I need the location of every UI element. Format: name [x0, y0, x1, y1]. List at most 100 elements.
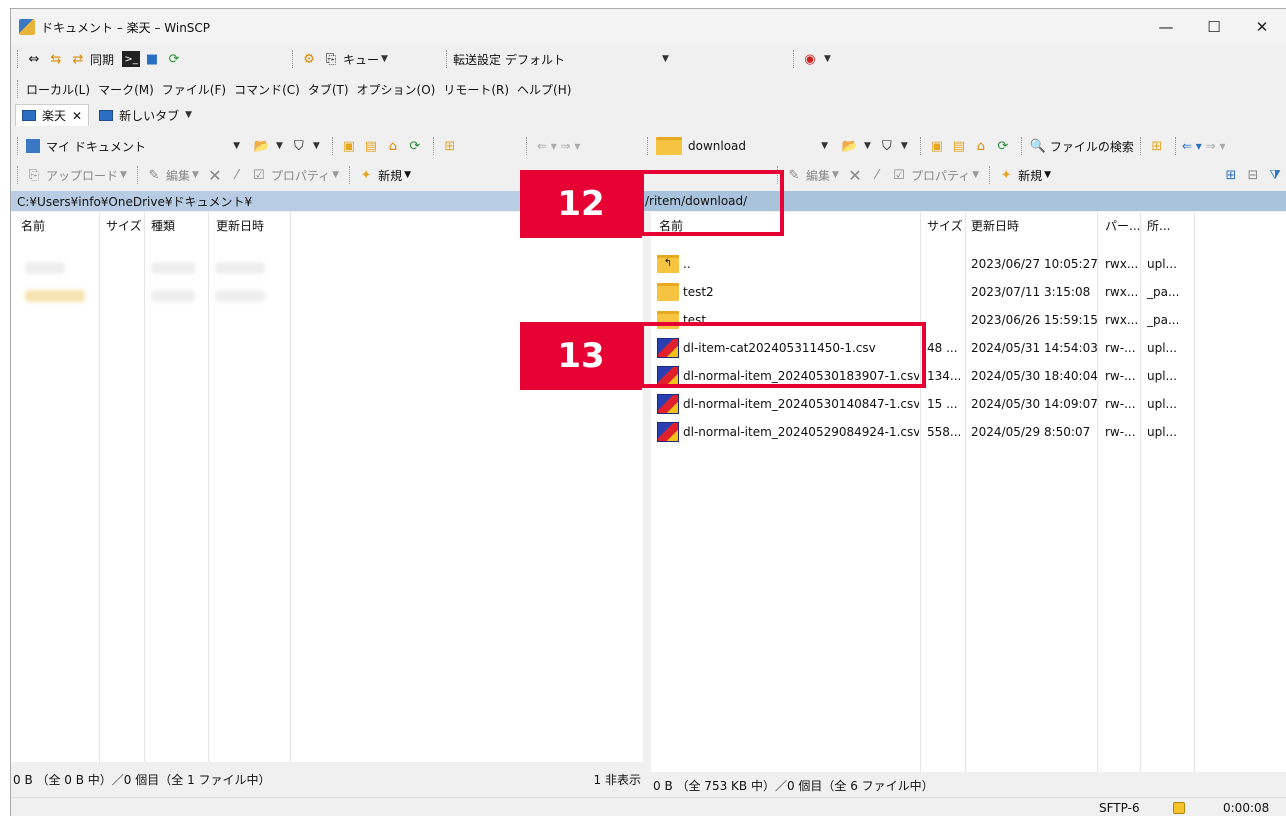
column-name[interactable]: 名前: [21, 217, 45, 234]
putty-icon[interactable]: ■: [142, 49, 162, 69]
find-files-button[interactable]: ファイルの検索: [1050, 138, 1134, 155]
menu-file[interactable]: ファイル(F): [158, 81, 230, 98]
session-color-icon[interactable]: ◉: [800, 49, 820, 69]
close-tab-icon[interactable]: ✕: [72, 109, 82, 123]
chevron-down-icon[interactable]: ▼: [901, 141, 908, 151]
properties-icon[interactable]: ☑: [889, 165, 909, 185]
back-icon[interactable]: ⇐ ▾ ⇒ ▾: [1182, 139, 1226, 153]
menu-local[interactable]: ローカル(L): [22, 81, 94, 98]
chevron-down-icon[interactable]: ▼: [381, 54, 388, 64]
tree-icon[interactable]: ⊞: [1147, 136, 1167, 156]
preferences-gear-icon[interactable]: ⚙: [299, 49, 319, 69]
chevron-down-icon[interactable]: ▼: [276, 141, 283, 151]
file-owner: upl...: [1147, 425, 1177, 439]
file-row-parent[interactable]: ↰ .. 2023/06/27 10:05:27 rwx... upl...: [651, 250, 1286, 278]
tree-icon[interactable]: ⊞: [440, 136, 460, 156]
delete-icon[interactable]: ✕: [205, 165, 225, 185]
chevron-down-icon[interactable]: ▼: [832, 170, 839, 180]
file-row-test2[interactable]: test2 2023/07/11 3:15:08 rwx... _pa...: [651, 278, 1286, 306]
parent-dir-icon[interactable]: ▣: [927, 136, 947, 156]
sync-icon[interactable]: ⇄: [68, 49, 88, 69]
properties-button[interactable]: プロパティ: [911, 167, 970, 184]
edit-icon[interactable]: ✎: [144, 165, 164, 185]
filter-icon[interactable]: ⛉: [289, 136, 309, 156]
chevron-down-icon[interactable]: ▼: [120, 170, 127, 180]
sync-browse-icon[interactable]: ⇆: [46, 49, 66, 69]
find-files-icon[interactable]: 🔍: [1028, 136, 1048, 156]
refresh-icon[interactable]: ⟳: [405, 136, 425, 156]
menu-remote[interactable]: リモート(R): [439, 81, 513, 98]
edit-icon[interactable]: ✎: [784, 165, 804, 185]
file-row-csv[interactable]: dl-normal-item_20240529084924-1.csv 558.…: [651, 418, 1286, 446]
terminal-icon[interactable]: >_: [122, 51, 141, 67]
properties-button[interactable]: プロパティ: [271, 167, 330, 184]
chevron-down-icon[interactable]: ▼: [332, 170, 339, 180]
refresh-icon[interactable]: ⟳: [993, 136, 1013, 156]
panel-splitter[interactable]: [643, 212, 651, 798]
file-row-csv[interactable]: dl-normal-item_20240530140847-1.csv 15 .…: [651, 390, 1286, 418]
refresh-icon[interactable]: ⟳: [164, 49, 184, 69]
chevron-down-icon[interactable]: ▼: [972, 170, 979, 180]
chevron-down-icon[interactable]: ▼: [192, 170, 199, 180]
local-location-select[interactable]: マイ ドキュメント ▼: [24, 135, 252, 157]
open-folder-icon[interactable]: 📂: [252, 136, 272, 156]
rename-icon[interactable]: ⁄: [227, 165, 247, 185]
new-folder-icon[interactable]: ✦: [356, 165, 376, 185]
chevron-down-icon[interactable]: ▼: [864, 141, 871, 151]
column-modified[interactable]: 更新日時: [971, 217, 1019, 234]
menu-options[interactable]: オプション(O): [353, 81, 440, 98]
parent-dir-icon[interactable]: ▣: [339, 136, 359, 156]
home-icon[interactable]: ⌂: [971, 136, 991, 156]
column-size[interactable]: サイズ: [927, 217, 963, 234]
edit-button[interactable]: 編集: [806, 167, 830, 184]
chevron-down-icon[interactable]: ▼: [404, 170, 411, 180]
tab-rakuten[interactable]: 楽天 ✕: [15, 104, 90, 126]
menu-mark[interactable]: マーク(M): [94, 81, 158, 98]
queue-icon[interactable]: ⎘: [321, 49, 341, 69]
new-folder-icon[interactable]: ✦: [996, 165, 1016, 185]
upload-button[interactable]: アップロード: [46, 167, 118, 184]
column-permissions[interactable]: パー...: [1105, 217, 1140, 234]
upload-icon[interactable]: ⎘: [24, 165, 44, 185]
new-button[interactable]: 新規: [1018, 167, 1042, 184]
local-file-list[interactable]: 名前 サイズ 種類 更新日時: [11, 212, 643, 762]
column-size[interactable]: サイズ: [106, 217, 142, 234]
chevron-down-icon[interactable]: ▼: [824, 54, 831, 64]
rename-icon[interactable]: ⁄: [867, 165, 887, 185]
root-dir-icon[interactable]: ▤: [361, 136, 381, 156]
protocol-indicator: SFTP-6: [1099, 798, 1140, 816]
open-folder-icon[interactable]: 📂: [840, 136, 860, 156]
column-type[interactable]: 種類: [151, 217, 175, 234]
edit-button[interactable]: 編集: [166, 167, 190, 184]
back-icon[interactable]: ⇐ ▾ ⇒ ▾: [537, 139, 581, 153]
maximize-button[interactable]: ☐: [1190, 9, 1238, 45]
expand-icon[interactable]: ⊞: [1221, 165, 1241, 185]
delete-icon[interactable]: ✕: [845, 165, 865, 185]
filter-icon[interactable]: ⛉: [877, 136, 897, 156]
menu-help[interactable]: ヘルプ(H): [513, 81, 575, 98]
root-dir-icon[interactable]: ▤: [949, 136, 969, 156]
chevron-down-icon[interactable]: ▼: [313, 141, 320, 151]
new-button[interactable]: 新規: [378, 167, 402, 184]
properties-icon[interactable]: ☑: [249, 165, 269, 185]
column-owner[interactable]: 所...: [1147, 217, 1170, 234]
menu-tab[interactable]: タブ(T): [304, 81, 353, 98]
close-button[interactable]: ✕: [1238, 9, 1286, 45]
home-icon[interactable]: ⌂: [383, 136, 403, 156]
filter-icon[interactable]: ⧩: [1265, 165, 1285, 185]
chevron-down-icon[interactable]: ▼: [1044, 170, 1051, 180]
chevron-down-icon[interactable]: ▼: [185, 110, 192, 120]
compare-dirs-icon[interactable]: ⇔: [24, 49, 44, 69]
remote-location-select[interactable]: download ▼: [654, 135, 840, 157]
queue-button[interactable]: キュー: [343, 51, 379, 68]
transfer-settings-select[interactable]: デフォルト ▼: [505, 51, 675, 68]
column-modified[interactable]: 更新日時: [216, 217, 264, 234]
minimize-button[interactable]: —: [1142, 9, 1190, 45]
collapse-icon[interactable]: ⊟: [1243, 165, 1263, 185]
menu-command[interactable]: コマンド(C): [230, 81, 304, 98]
sync-button[interactable]: 同期: [90, 51, 114, 68]
encryption-indicator[interactable]: [1173, 798, 1185, 816]
tab-new[interactable]: 新しいタブ ▼: [93, 104, 204, 126]
hidden-count[interactable]: 1 非表示: [594, 771, 641, 788]
remote-file-list[interactable]: 名前 サイズ 更新日時 パー... 所... ↰ .. 2023/06/27 1…: [651, 212, 1286, 772]
